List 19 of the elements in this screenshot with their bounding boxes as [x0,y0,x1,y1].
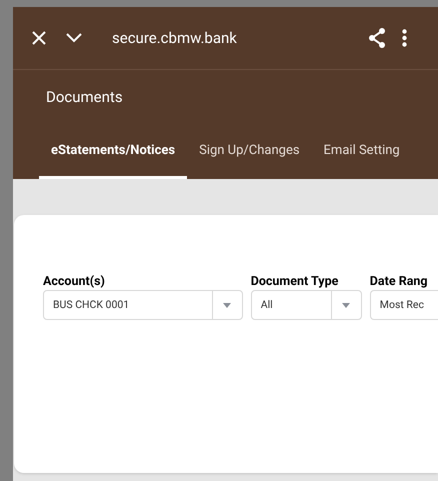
share-icon[interactable] [368,28,386,48]
tab[interactable]: Sign Up/Changes [187,125,312,179]
caret-icon [342,302,350,308]
close-icon[interactable] [32,31,46,45]
dropdown-field[interactable]: BUS CHCK 0001 [43,290,243,320]
field-value: All [260,297,274,313]
url-text: secure.cbmw.bank [112,28,237,49]
field-label: Account(s) [43,274,106,290]
field-label: Document Type [250,274,340,290]
more-icon[interactable] [402,29,407,47]
chevron-down-icon[interactable] [66,33,82,43]
field-value: BUS CHCK 0001 [52,297,130,313]
field-label: Date Rang [370,274,429,290]
dropdown-field[interactable]: Most Rec [370,290,438,320]
page-title: Documents [46,87,123,108]
field-value: Most Rec [378,297,425,313]
caret-icon [223,302,232,308]
dropdown-field[interactable]: All [250,290,362,320]
tab[interactable]: Email Setting [312,125,412,179]
